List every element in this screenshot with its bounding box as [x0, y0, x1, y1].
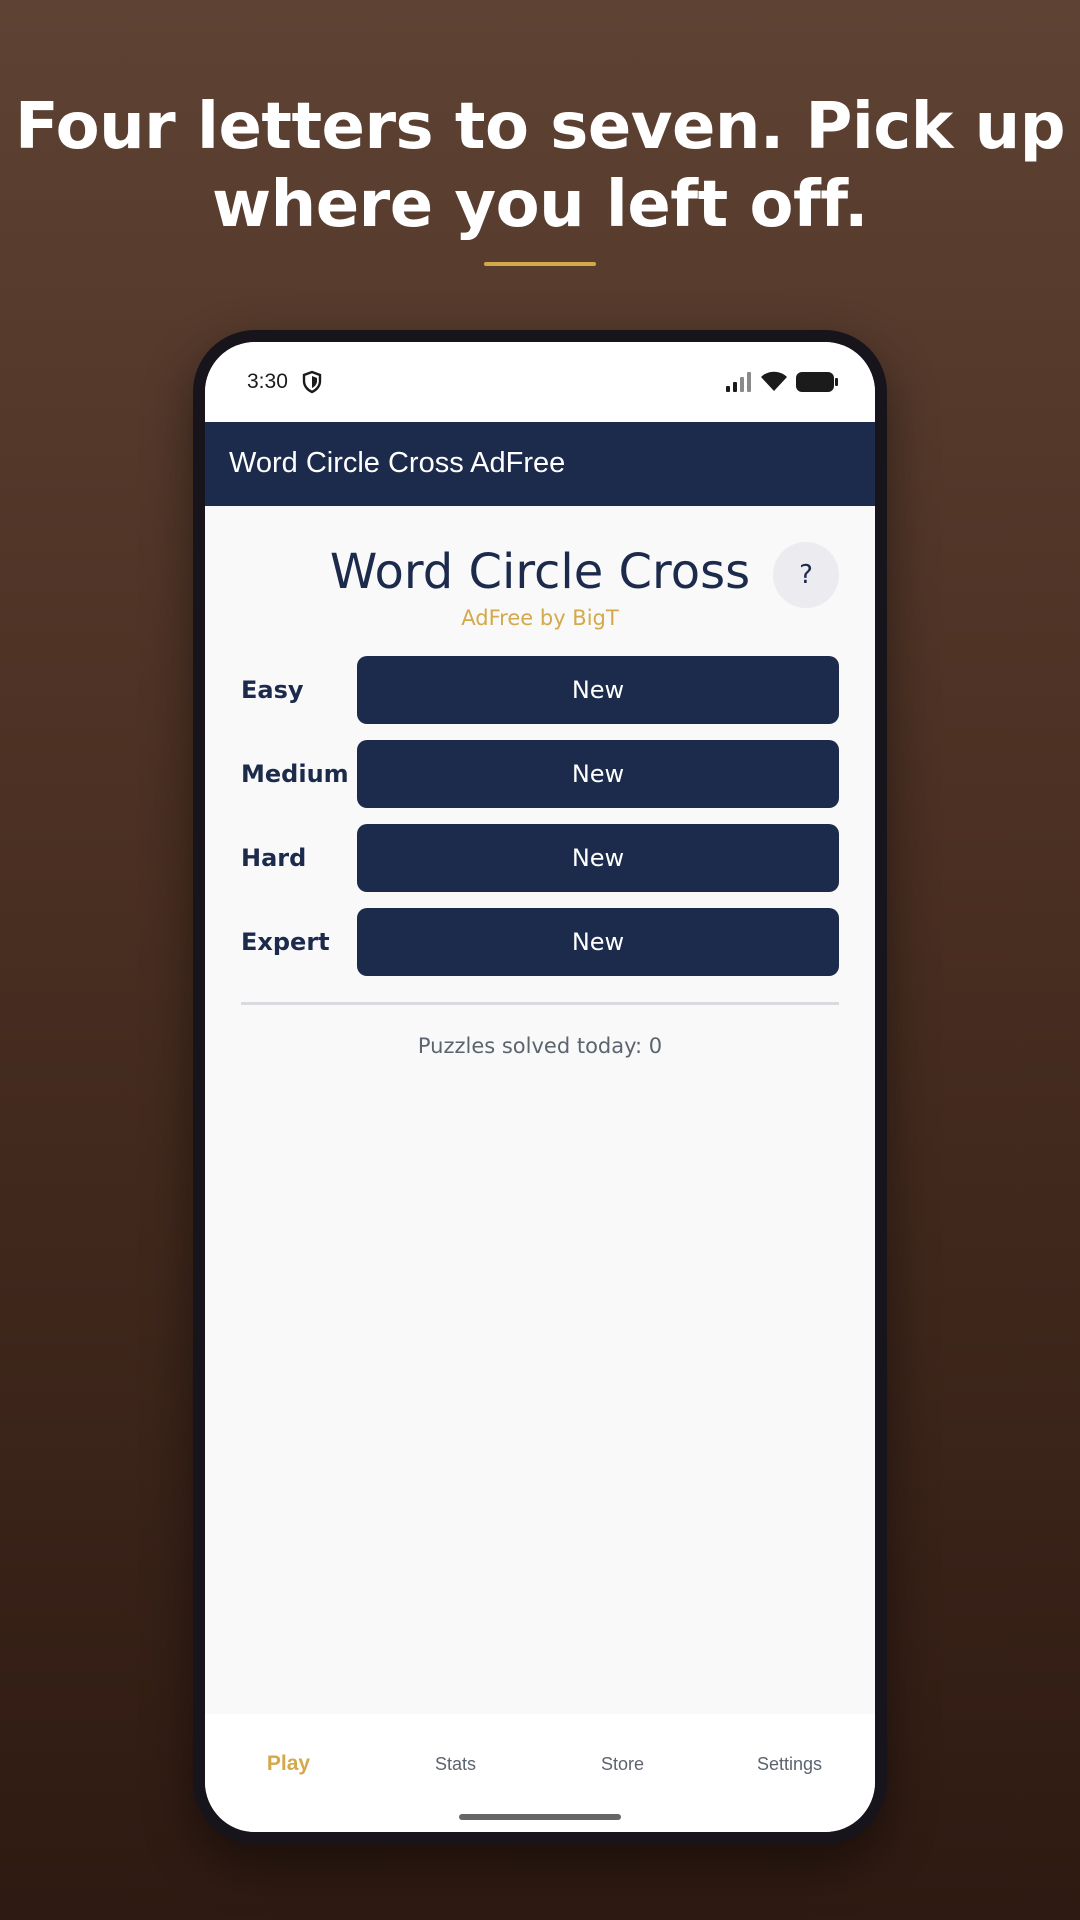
- headline-underline: [484, 262, 596, 266]
- difficulty-label: Expert: [241, 928, 330, 956]
- divider: [241, 1002, 839, 1005]
- new-medium-button[interactable]: New: [357, 740, 839, 808]
- nav-tab-settings[interactable]: Settings: [706, 1754, 873, 1775]
- home-indicator[interactable]: [459, 1814, 621, 1820]
- difficulty-label: Medium: [241, 760, 349, 788]
- phone-screen: 3:30 Word Circle Cross AdFree Word Circl…: [205, 342, 875, 1832]
- difficulty-label: Easy: [241, 676, 304, 704]
- difficulty-label: Hard: [241, 844, 307, 872]
- app-bar: Word Circle Cross AdFree: [205, 422, 875, 506]
- difficulty-row-expert: Expert New: [241, 908, 839, 976]
- puzzles-solved-text: Puzzles solved today: 0: [417, 1034, 663, 1058]
- difficulty-row-easy: Easy New: [241, 656, 839, 724]
- phone-frame: 3:30 Word Circle Cross AdFree Word Circl…: [193, 330, 887, 1844]
- help-button[interactable]: ?: [773, 542, 839, 608]
- nav-tab-play[interactable]: Play: [205, 1752, 372, 1776]
- status-time: 3:30: [247, 370, 288, 393]
- status-bar: 3:30: [205, 342, 875, 422]
- difficulty-row-medium: Medium New: [241, 740, 839, 808]
- wifi-icon: [761, 371, 787, 391]
- game-subtitle: AdFree by BigT: [461, 606, 619, 630]
- app-bar-title: Word Circle Cross AdFree: [229, 447, 566, 479]
- nav-tab-store[interactable]: Store: [539, 1754, 706, 1775]
- new-hard-button[interactable]: New: [357, 824, 839, 892]
- new-expert-button[interactable]: New: [357, 908, 839, 976]
- difficulty-row-hard: Hard New: [241, 824, 839, 892]
- nav-tab-stats[interactable]: Stats: [372, 1754, 539, 1775]
- promo-headline: Four letters to seven. Pick up where you…: [15, 90, 1066, 242]
- shield-icon: [302, 370, 322, 394]
- battery-icon: [796, 372, 838, 392]
- signal-icon: [726, 372, 751, 392]
- new-easy-button[interactable]: New: [357, 656, 839, 724]
